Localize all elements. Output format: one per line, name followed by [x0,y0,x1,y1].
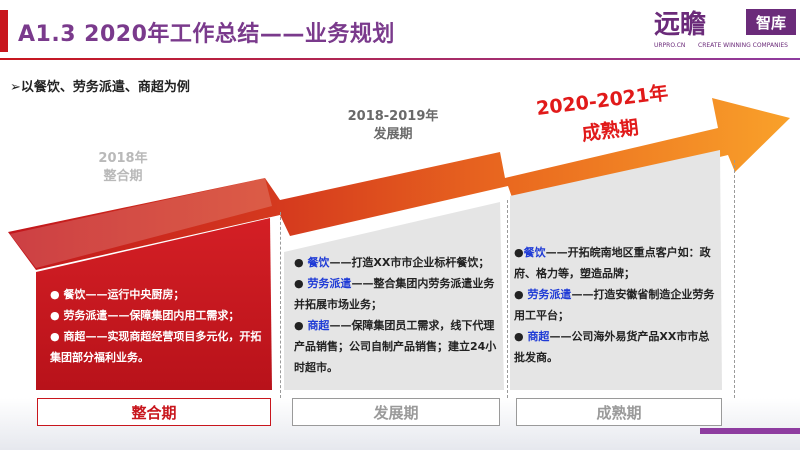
list-item: ● 劳务派遣——打造安徽省制造企业劳务用工平台； [514,288,715,322]
stage-1-button[interactable]: 整合期 [37,398,271,426]
list-item: ● 劳务派遣——保障集团内用工需求； [50,309,240,322]
stage-1-year: 2018年 [98,151,148,166]
stage-2-name: 发展期 [373,127,413,142]
stage-1-name: 整合期 [103,169,143,184]
list-item: ● 餐饮——打造XX市市企业标杆餐饮； [294,256,490,269]
list-item: ●餐饮——开拓皖南地区重点客户如：政府、格力等，塑造品牌； [514,246,711,280]
divider-line-2 [507,200,508,398]
list-item: ● 商超——公司海外易货产品XX市市总批发商。 [514,330,710,364]
list-item: ● 商超——保障集团员工需求，线下代理产品销售；公司自制产品销售；建立24小时超… [294,319,497,374]
stage-2-label: 2018-2019年 发展期 [338,108,448,144]
list-item: ● 餐饮——运行中央厨房； [50,288,185,301]
stage-2-button[interactable]: 发展期 [292,398,500,426]
divider-line-3 [734,160,735,398]
list-item: ● 劳务派遣——整合集团内劳务派遣业务并拓展市场业务； [294,277,495,311]
stage-2-card: ● 餐饮——打造XX市市企业标杆餐饮； ● 劳务派遣——整合集团内劳务派遣业务并… [284,248,504,390]
stage-1-card: ● 餐饮——运行中央厨房； ● 劳务派遣——保障集团内用工需求； ● 商超——实… [36,272,272,390]
list-item: ● 商超——实现商超经营项目多元化，开拓集团部分福利业务。 [50,330,262,364]
stage-2-year: 2018-2019年 [347,109,439,124]
stage-3-card: ●餐饮——开拓皖南地区重点客户如：政府、格力等，塑造品牌； ● 劳务派遣——打造… [510,240,722,390]
stage-1-label: 2018年 整合期 [88,150,158,186]
divider-line-1 [280,212,281,398]
stage-3-button[interactable]: 成熟期 [516,398,722,426]
